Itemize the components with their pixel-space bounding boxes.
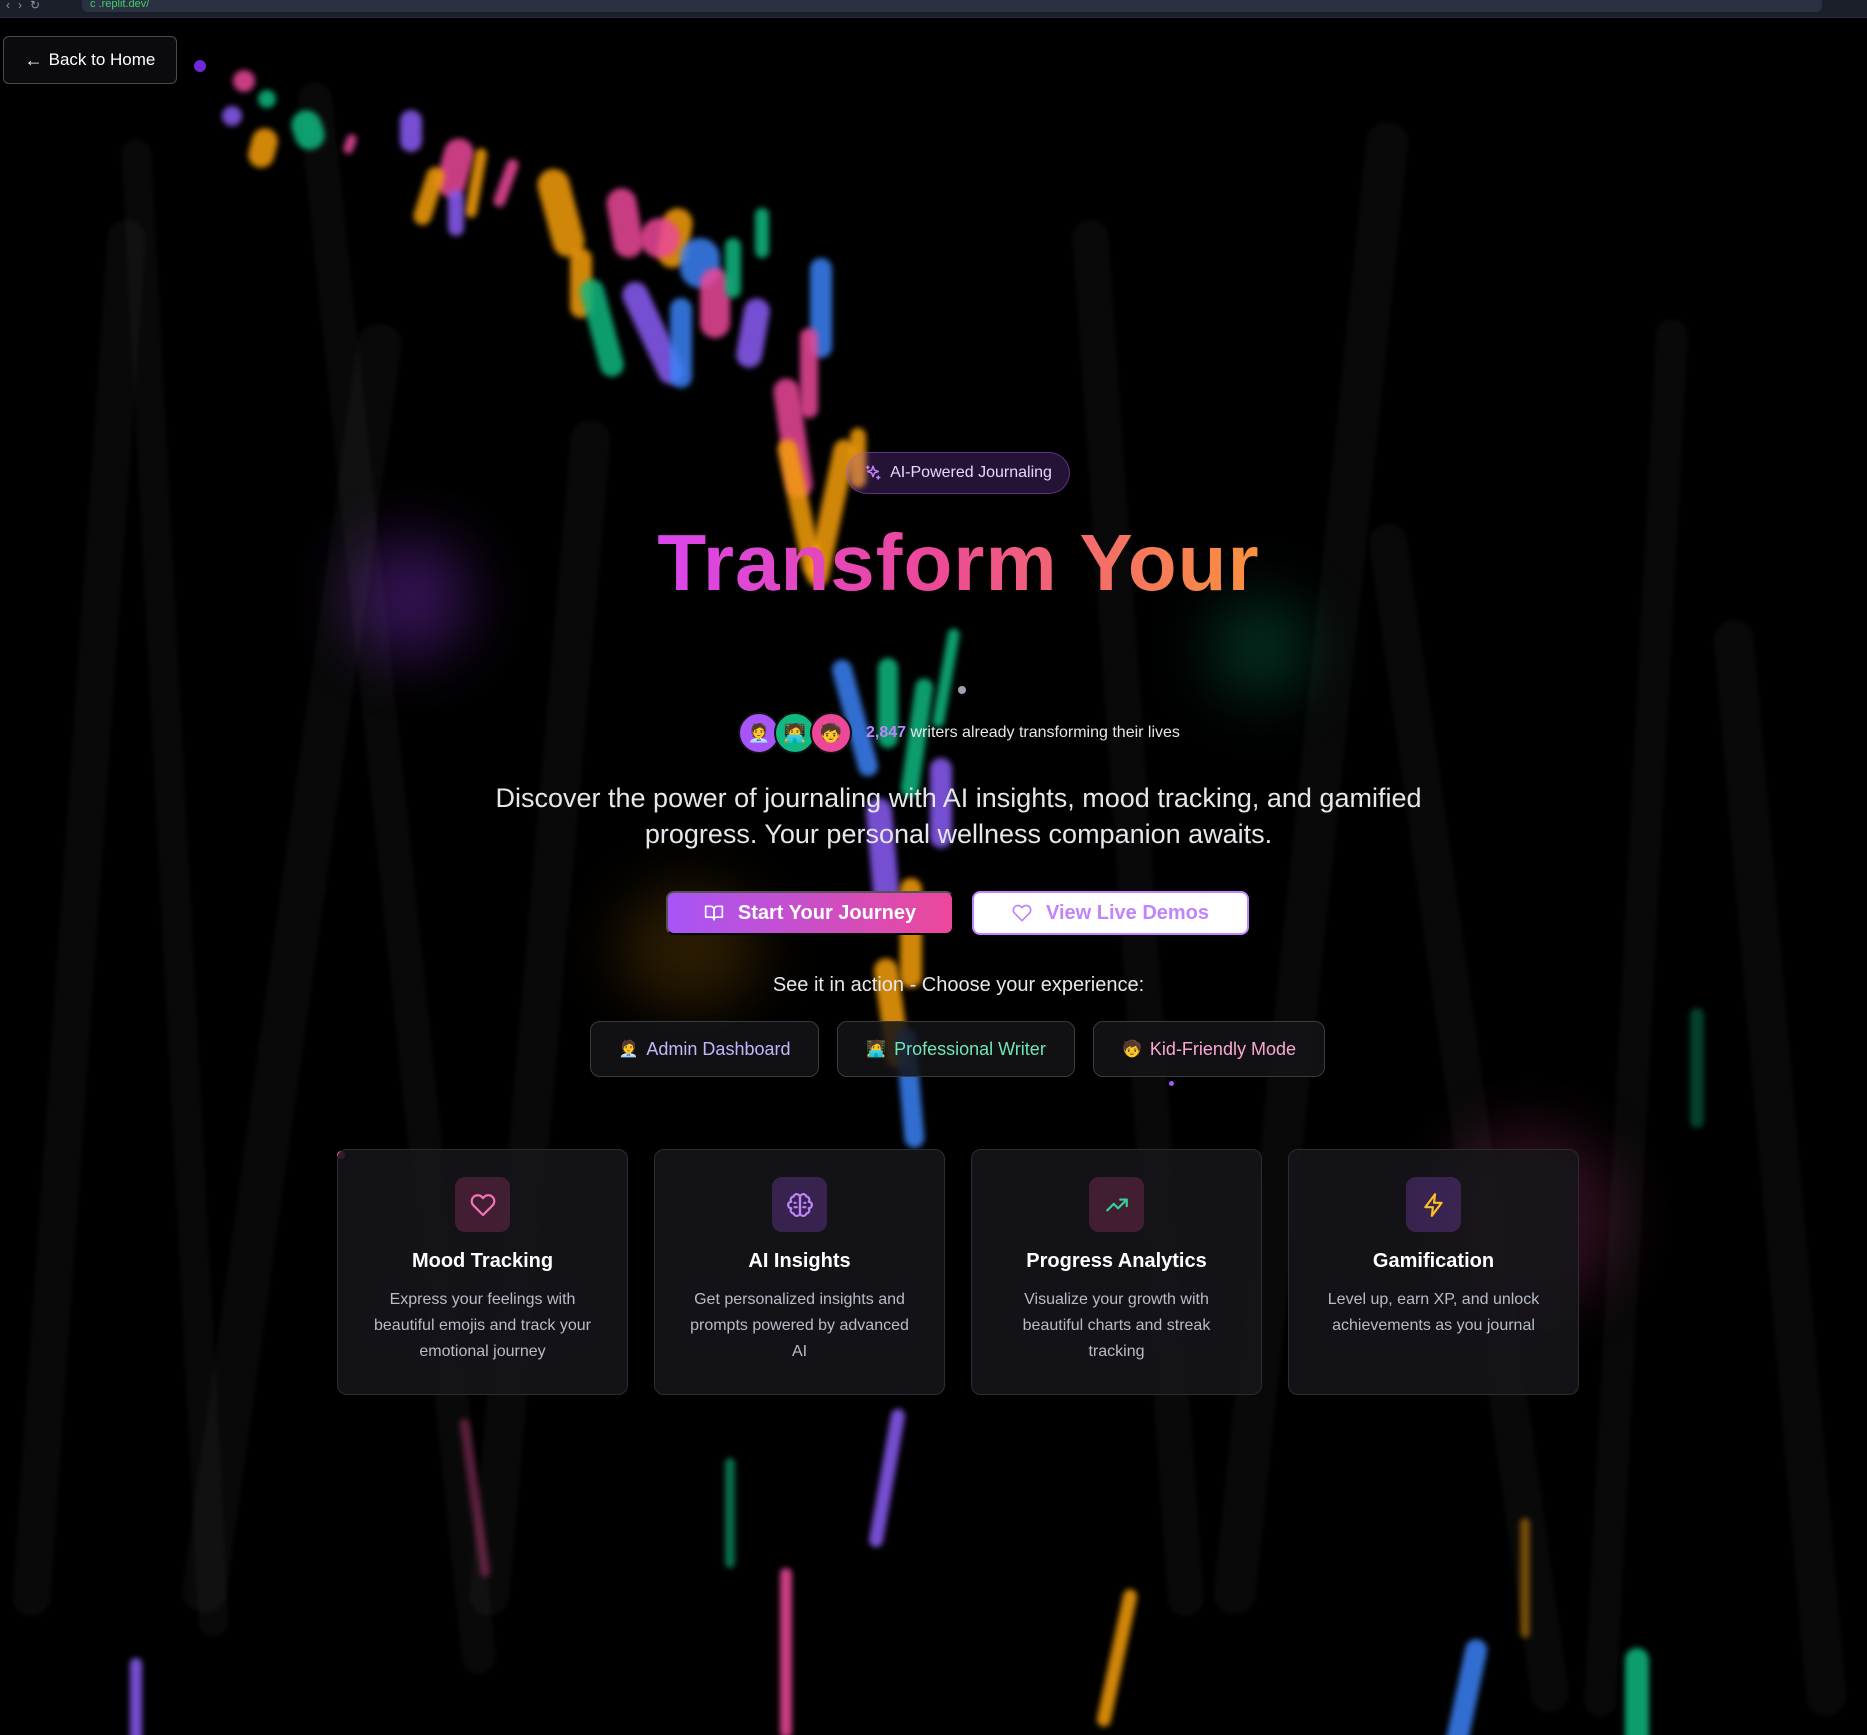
back-to-home-button[interactable]: ← Back to Home xyxy=(3,36,177,84)
feature-icon-box xyxy=(772,1177,827,1232)
heart-icon xyxy=(470,1193,495,1216)
feature-card-progress-analytics: Progress Analytics Visualize your growth… xyxy=(971,1149,1262,1395)
demo-heading: See it in action - Choose your experienc… xyxy=(772,974,1145,996)
social-proof-text: 2,847 writers already transforming their… xyxy=(866,724,1180,742)
ai-powered-badge: AI-Powered Journaling xyxy=(846,452,1070,494)
feature-title: Gamification xyxy=(1372,1250,1495,1272)
address-bar[interactable]: c .replit.dev/ xyxy=(82,0,1822,12)
trending-up-icon xyxy=(1105,1198,1128,1211)
admin-dashboard-label: Admin Dashboard xyxy=(646,1038,791,1059)
admin-emoji-icon: 🧑‍💼 xyxy=(618,1041,639,1058)
feature-icon-box xyxy=(1089,1177,1144,1232)
feature-icon-box xyxy=(455,1177,510,1232)
feature-card-gamification: Gamification Level up, earn XP, and unlo… xyxy=(1288,1149,1579,1395)
feature-title: Mood Tracking xyxy=(411,1250,554,1272)
back-to-home-label: Back to Home xyxy=(48,50,156,69)
arrow-left-icon: ← xyxy=(24,49,43,70)
social-proof: 🧑‍💼 🧑‍💻 🧒 2,847 writers already transfor… xyxy=(738,711,1180,755)
browser-nav-icons[interactable]: ‹›↻ xyxy=(6,0,48,11)
animated-background xyxy=(0,18,1867,1735)
writer-count: 2,847 xyxy=(866,724,907,741)
feature-description: Level up, earn XP, and unlock achievemen… xyxy=(1327,1291,1540,1334)
heart-icon xyxy=(1012,904,1032,922)
zap-icon xyxy=(1423,1192,1443,1217)
sparkles-icon xyxy=(865,465,881,480)
feature-description: Visualize your growth with beautiful cha… xyxy=(1022,1291,1211,1360)
browser-toolbar: ‹›↻ c .replit.dev/ xyxy=(0,0,1867,18)
badge-label: AI-Powered Journaling xyxy=(890,464,1052,481)
book-open-icon xyxy=(704,905,724,921)
start-journey-button[interactable]: Start Your Journey xyxy=(666,891,954,935)
kid-emoji-icon: 🧒 xyxy=(1122,1041,1142,1058)
feature-icon-box xyxy=(1406,1177,1461,1232)
feature-description: Express your feelings with beautiful emo… xyxy=(374,1291,591,1360)
professional-writer-label: Professional Writer xyxy=(894,1038,1046,1059)
hero-title: Transform Your xyxy=(657,518,1260,607)
kid-friendly-mode-button[interactable]: 🧒 Kid-Friendly Mode xyxy=(1093,1021,1325,1077)
professional-writer-button[interactable]: 🧑‍💻 Professional Writer xyxy=(837,1021,1075,1077)
view-live-demos-label: View Live Demos xyxy=(1045,901,1210,924)
feature-description: Get personalized insights and prompts po… xyxy=(690,1291,909,1360)
feature-title: AI Insights xyxy=(748,1250,851,1272)
hero-subtitle: Discover the power of journaling with AI… xyxy=(495,783,1422,849)
social-proof-caption: writers already transforming their lives xyxy=(910,724,1180,741)
view-live-demos-button[interactable]: View Live Demos xyxy=(972,891,1249,935)
writer-emoji-icon: 🧑‍💻 xyxy=(866,1041,887,1058)
avatar: 🧒 xyxy=(810,712,852,754)
feature-card-mood-tracking: Mood Tracking Express your feelings with… xyxy=(337,1149,628,1395)
start-journey-label: Start Your Journey xyxy=(737,901,917,924)
kid-friendly-mode-label: Kid-Friendly Mode xyxy=(1149,1038,1296,1059)
feature-title: Progress Analytics xyxy=(1026,1250,1207,1272)
admin-dashboard-button[interactable]: 🧑‍💼 Admin Dashboard xyxy=(590,1021,819,1077)
brain-icon xyxy=(786,1192,813,1217)
feature-card-ai-insights: AI Insights Get personalized insights an… xyxy=(654,1149,945,1395)
